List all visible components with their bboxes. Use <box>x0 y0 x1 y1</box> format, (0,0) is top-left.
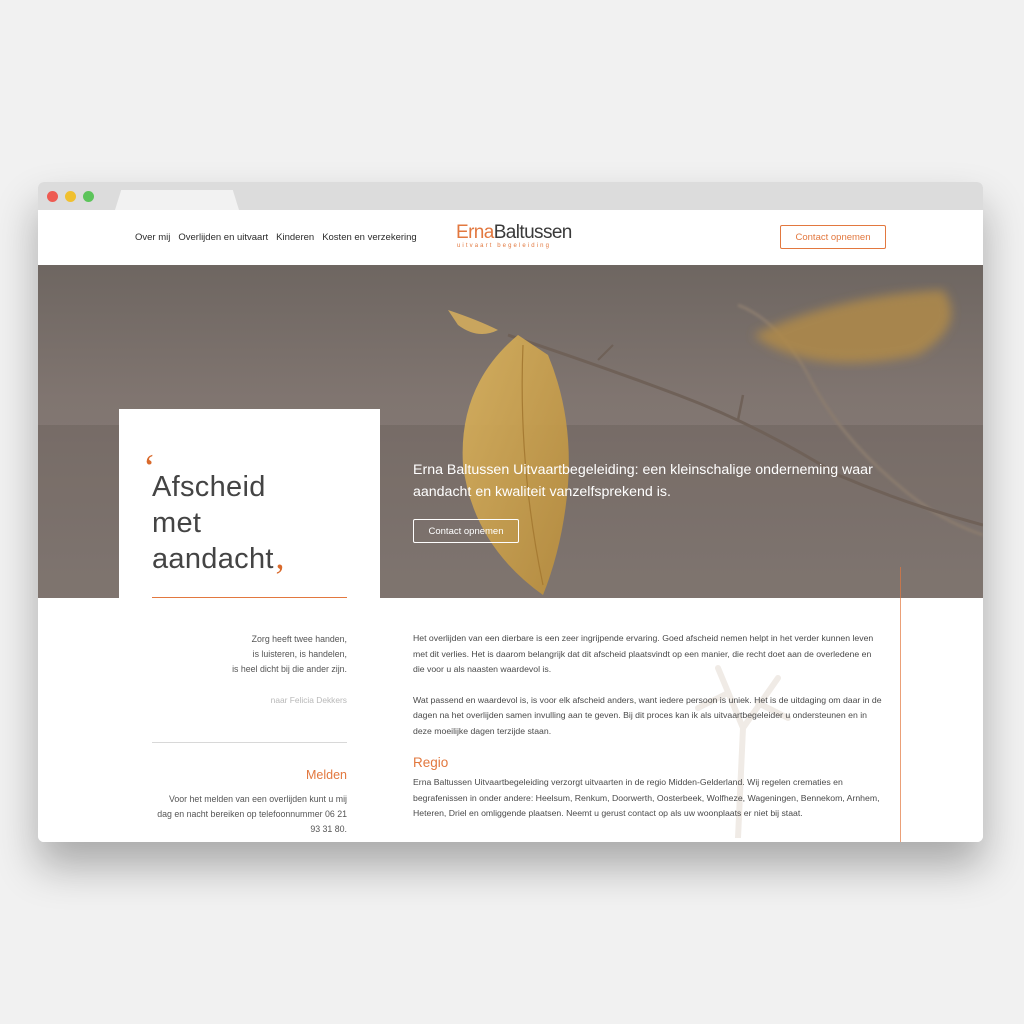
window-maximize-icon[interactable] <box>83 191 94 202</box>
melden-heading: Melden <box>306 768 347 782</box>
poem-line: is heel dicht bij die ander zijn. <box>232 664 347 674</box>
nav-item-kinderen[interactable]: Kinderen <box>276 232 314 243</box>
intro-paragraph-2: Wat passend en waardevol is, is voor elk… <box>413 694 882 736</box>
poem-line: is luisteren, is handelen, <box>252 649 347 659</box>
logo-tagline: uitvaart begeleiding <box>457 243 552 249</box>
quote-line: Afscheid <box>152 471 266 503</box>
logo-first-name: Erna <box>456 222 494 243</box>
nav-item-over-mij[interactable]: Over mij <box>135 232 170 243</box>
region-heading: Regio <box>413 755 449 770</box>
main-column: Het overlijden van een dierbare is een z… <box>413 631 883 837</box>
quote-close-icon: ‚ <box>273 536 287 576</box>
region-paragraph: Erna Baltussen Uitvaartbegeleiding verzo… <box>413 777 880 818</box>
content-section: Zorg heeft twee handen, is luisteren, is… <box>38 567 983 842</box>
quote-text: Afscheid met aandacht‚ <box>152 469 286 577</box>
header-contact-button[interactable]: Contact opnemen <box>780 225 886 249</box>
quote-line: met <box>152 507 202 539</box>
intro-paragraph-1: Het overlijden van een dierbare is een z… <box>413 633 874 674</box>
quote-line-last: aandacht‚ <box>152 538 286 577</box>
browser-window: Over mij Overlijden en uitvaart Kinderen… <box>38 182 983 842</box>
quote-line: aandacht <box>152 543 274 575</box>
window-close-icon[interactable] <box>47 191 58 202</box>
poem: Zorg heeft twee handen, is luisteren, is… <box>152 632 347 677</box>
main-nav: Over mij Overlijden en uitvaart Kinderen… <box>135 210 425 265</box>
melden-text: Voor het melden van een overlijden kunt … <box>157 794 347 834</box>
site-logo[interactable]: ErnaBaltussen uitvaart begeleiding <box>456 222 573 250</box>
poem-author: naar Felicia Dekkers <box>270 695 347 705</box>
sidebar-divider <box>152 742 347 743</box>
quote-card: ‘ Afscheid met aandacht‚ <box>119 409 380 609</box>
browser-tab[interactable] <box>115 190 239 210</box>
nav-item-kosten[interactable]: Kosten en verzekering <box>322 232 417 243</box>
hero-text: Erna Baltussen Uitvaartbegeleiding: een … <box>413 462 873 500</box>
site-header: Over mij Overlijden en uitvaart Kinderen… <box>38 210 983 265</box>
logo-last-name: Baltussen <box>493 222 573 243</box>
nav-item-overlijden[interactable]: Overlijden en uitvaart <box>178 232 268 243</box>
browser-chrome <box>38 182 983 210</box>
poem-line: Zorg heeft twee handen, <box>251 634 347 644</box>
accent-vertical-line <box>900 567 901 842</box>
window-minimize-icon[interactable] <box>65 191 76 202</box>
hero-contact-button[interactable]: Contact opnemen <box>413 519 519 543</box>
